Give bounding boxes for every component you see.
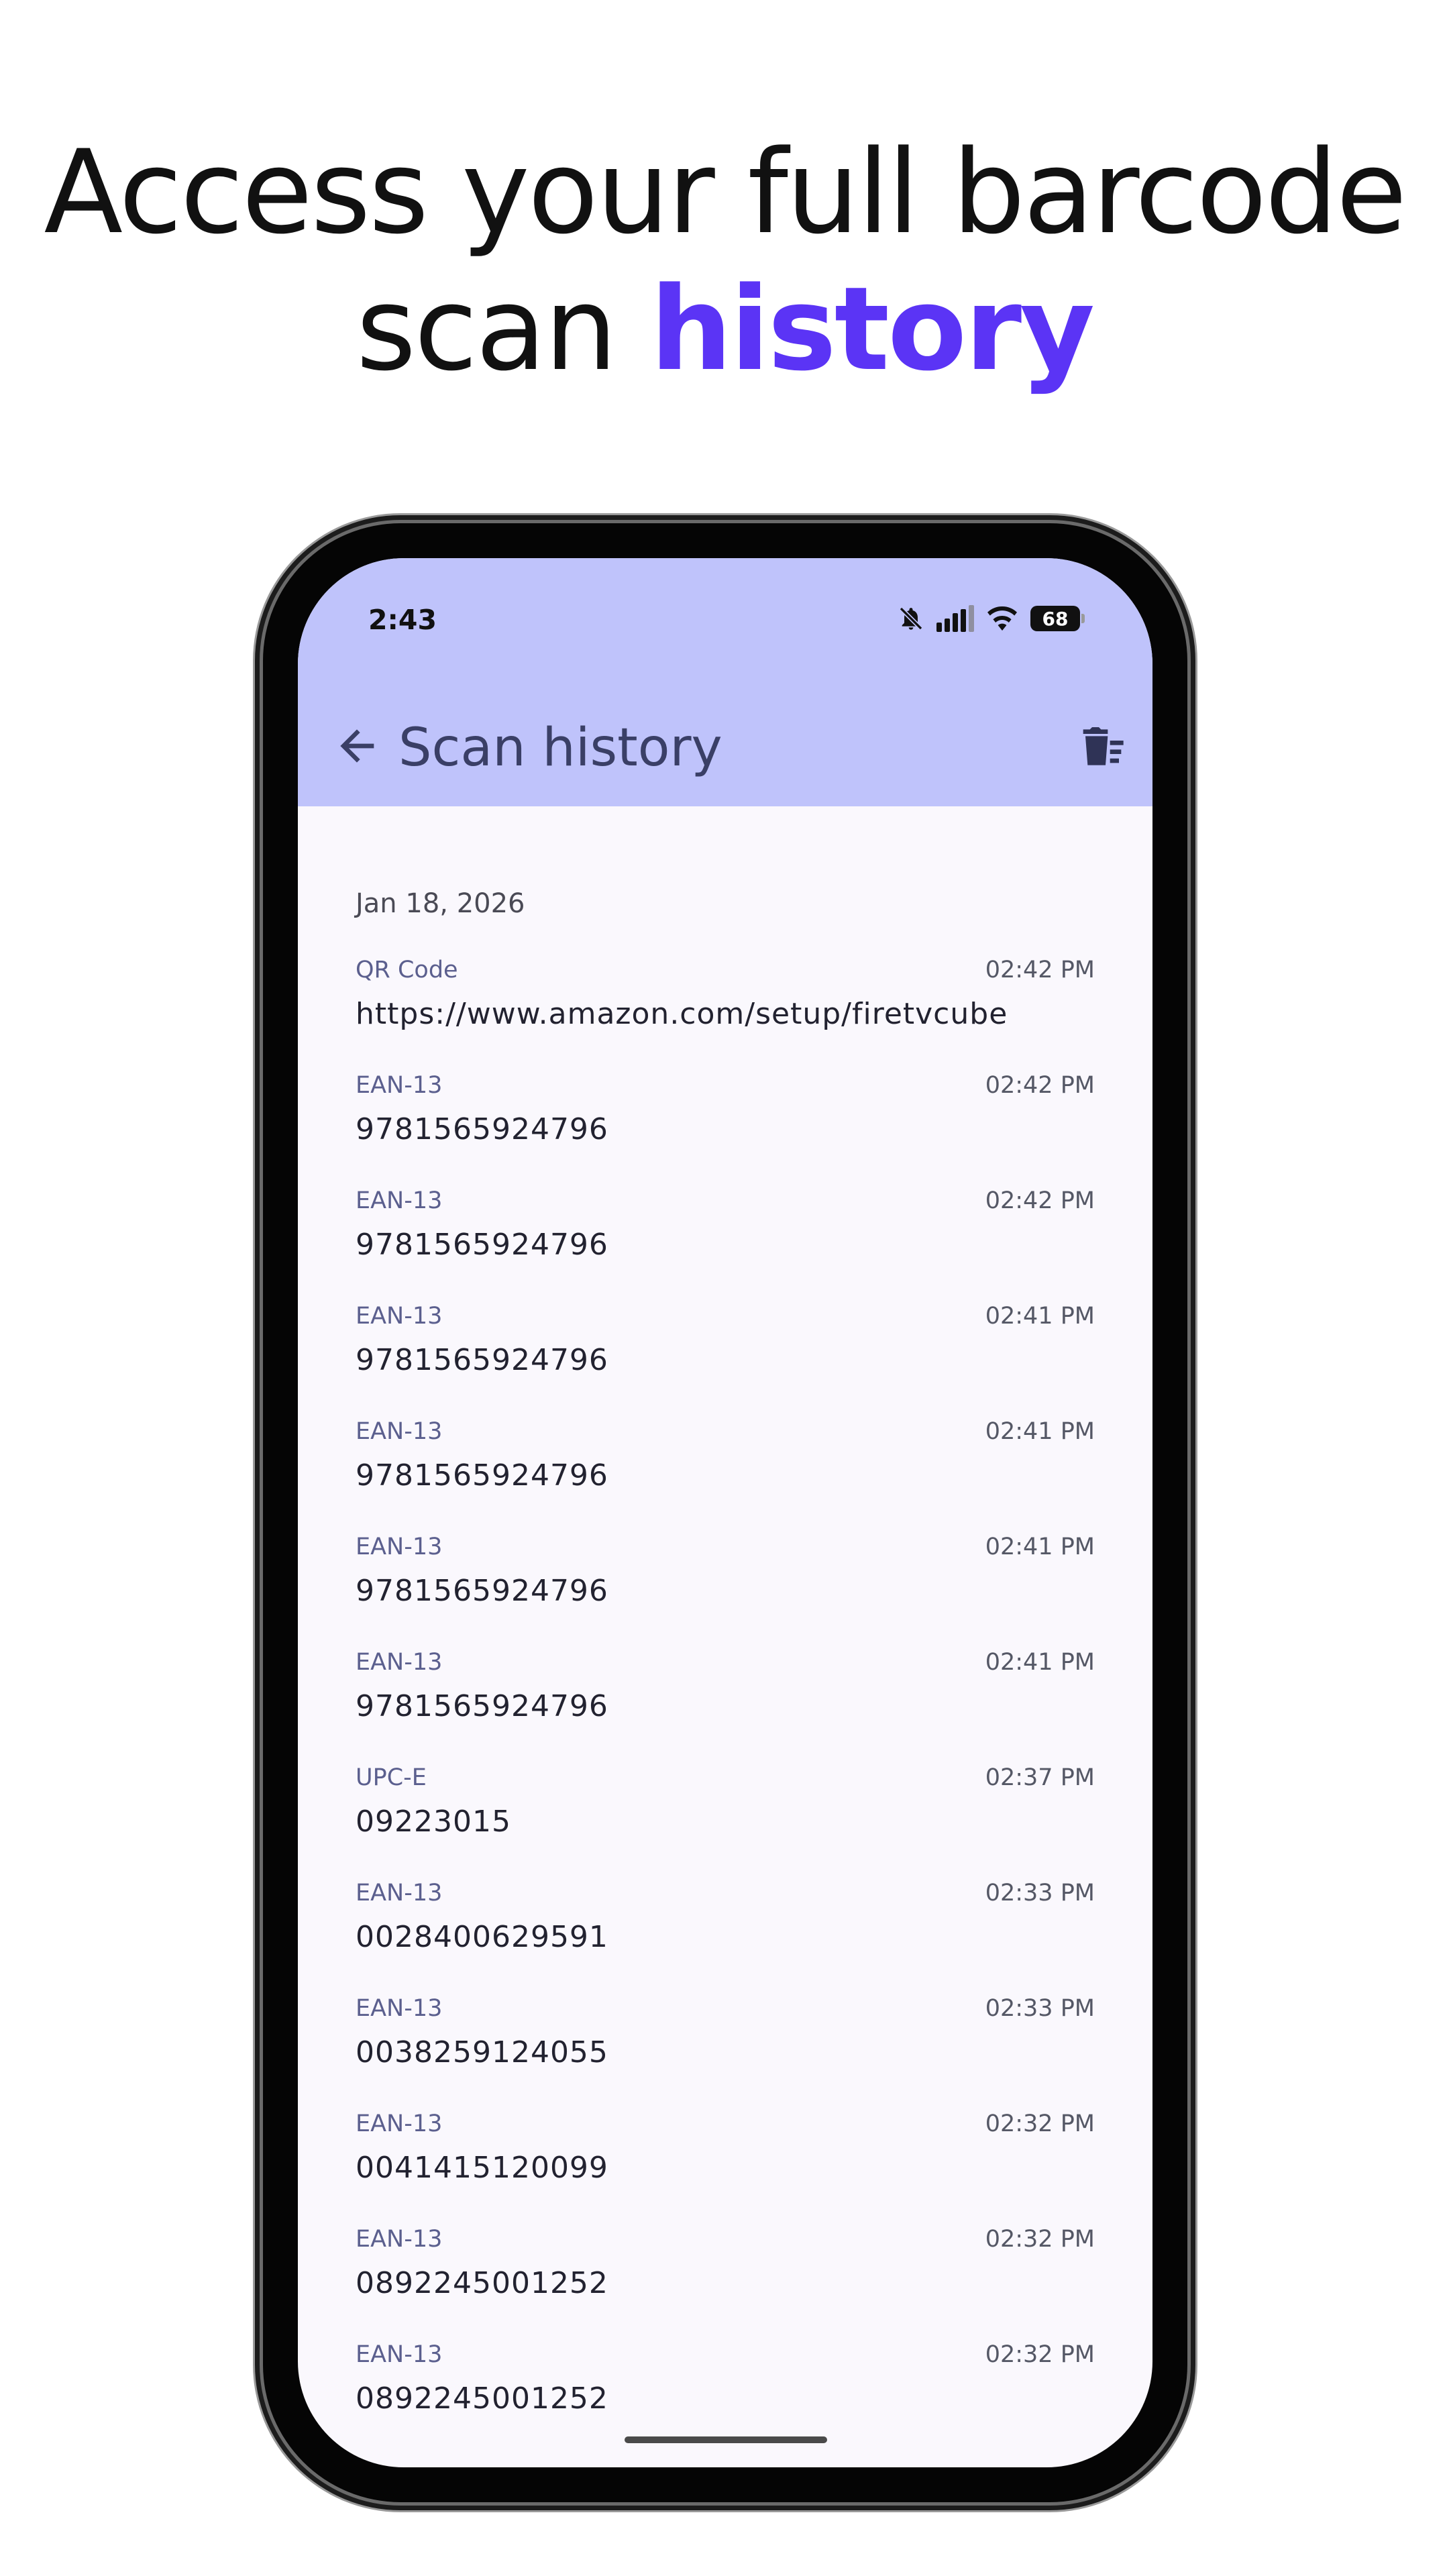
scan-value: 0041415120099 (356, 2151, 608, 2185)
scan-time: 02:41 PM (985, 1418, 1095, 1445)
home-indicator[interactable] (625, 2436, 827, 2443)
antenna-band-right-2 (1187, 991, 1192, 1004)
status-time: 2:43 (368, 604, 437, 636)
scan-time: 02:41 PM (985, 1649, 1095, 1676)
signal-icon (936, 605, 974, 632)
scan-time: 02:42 PM (985, 1072, 1095, 1099)
page-title: Scan history (398, 718, 722, 778)
barcode-type-label: EAN-13 (356, 1880, 443, 1907)
battery-level: 68 (1042, 607, 1069, 630)
scan-time: 02:32 PM (985, 2341, 1095, 2368)
headline-line-1: Access your full barcode (44, 125, 1407, 260)
barcode-type-label: EAN-13 (356, 1072, 443, 1099)
wifi-icon (987, 606, 1017, 631)
delete-history-icon (1083, 727, 1124, 765)
barcode-type-label: EAN-13 (356, 1534, 443, 1560)
headline-line-2: scan history (0, 261, 1449, 398)
headline-plain: scan (356, 262, 651, 396)
date-header: Jan 18, 2026 (356, 888, 525, 919)
scan-time: 02:33 PM (985, 1995, 1095, 2022)
barcode-type-label: EAN-13 (356, 1187, 443, 1214)
history-item[interactable]: EAN-13 02:32 PM 0041415120099 (298, 2110, 1152, 2226)
barcode-type-label: EAN-13 (356, 1995, 443, 2022)
headline-accent: history (650, 262, 1095, 396)
status-icons: 68 (898, 598, 1085, 639)
top-app-bar: 2:43 68 Scan history (298, 558, 1152, 806)
history-item[interactable]: EAN-13 02:33 PM 0038259124055 (298, 1995, 1152, 2110)
scan-value: https://www.amazon.com/setup/firetvcube (356, 997, 1008, 1031)
history-item[interactable]: EAN-13 02:41 PM 9781565924796 (298, 1418, 1152, 1534)
scan-time: 02:37 PM (985, 1764, 1095, 1791)
history-item[interactable]: EAN-13 02:33 PM 0028400629591 (298, 1880, 1152, 1995)
battery-icon: 68 (1030, 606, 1085, 631)
history-item[interactable]: EAN-13 02:42 PM 9781565924796 (298, 1187, 1152, 1303)
history-item[interactable]: EAN-13 02:32 PM 0892245001252 (298, 2226, 1152, 2341)
barcode-type-label: UPC-E (356, 1764, 427, 1791)
scan-time: 02:33 PM (985, 1880, 1095, 1907)
barcode-type-label: QR Code (356, 957, 458, 983)
history-item[interactable]: EAN-13 02:42 PM 9781565924796 (298, 1072, 1152, 1187)
barcode-type-label: EAN-13 (356, 2226, 443, 2253)
phone-frame: 2:43 68 Scan history Jan 18, 2026 QR Cod… (263, 523, 1187, 2502)
scan-value: 0038259124055 (356, 2035, 608, 2070)
barcode-type-label: EAN-13 (356, 1649, 443, 1676)
barcode-type-label: EAN-13 (356, 2110, 443, 2137)
history-item[interactable]: EAN-13 02:41 PM 9781565924796 (298, 1303, 1152, 1418)
scan-value: 9781565924796 (356, 1574, 608, 1608)
history-item[interactable]: UPC-E 02:37 PM 09223015 (298, 1764, 1152, 1880)
promo-headline: Access your full barcode scan history (0, 124, 1449, 398)
scan-value: 0892245001252 (356, 2266, 608, 2300)
scan-value: 0028400629591 (356, 1920, 608, 1954)
antenna-band-right-1 (1187, 698, 1192, 710)
scan-value: 9781565924796 (356, 1228, 608, 1262)
scan-value: 9781565924796 (356, 1458, 608, 1493)
history-item[interactable]: EAN-13 02:41 PM 9781565924796 (298, 1649, 1152, 1764)
phone-screen: 2:43 68 Scan history Jan 18, 2026 QR Cod… (298, 558, 1152, 2467)
clear-history-button[interactable] (1065, 714, 1132, 781)
barcode-type-label: EAN-13 (356, 1303, 443, 1330)
scan-value: 0892245001252 (356, 2381, 608, 2416)
scan-value: 9781565924796 (356, 1689, 608, 1723)
muted-bell-icon (899, 606, 923, 631)
history-item[interactable]: QR Code 02:42 PM https://www.amazon.com/se… (298, 957, 1152, 1072)
antenna-band-right-3 (1187, 2320, 1192, 2332)
scan-time: 02:42 PM (985, 957, 1095, 983)
scan-value: 9781565924796 (356, 1343, 608, 1377)
scan-time: 02:41 PM (985, 1303, 1095, 1330)
scan-time: 02:41 PM (985, 1534, 1095, 1560)
arrow-back-icon (340, 729, 374, 763)
history-item[interactable]: EAN-13 02:41 PM 9781565924796 (298, 1534, 1152, 1649)
scan-value: 9781565924796 (356, 1112, 608, 1146)
scan-value: 09223015 (356, 1805, 511, 1839)
scan-time: 02:32 PM (985, 2110, 1095, 2137)
barcode-type-label: EAN-13 (356, 2341, 443, 2368)
barcode-type-label: EAN-13 (356, 1418, 443, 1445)
scan-time: 02:32 PM (985, 2226, 1095, 2253)
scan-time: 02:42 PM (985, 1187, 1095, 1214)
back-button[interactable] (325, 712, 392, 780)
